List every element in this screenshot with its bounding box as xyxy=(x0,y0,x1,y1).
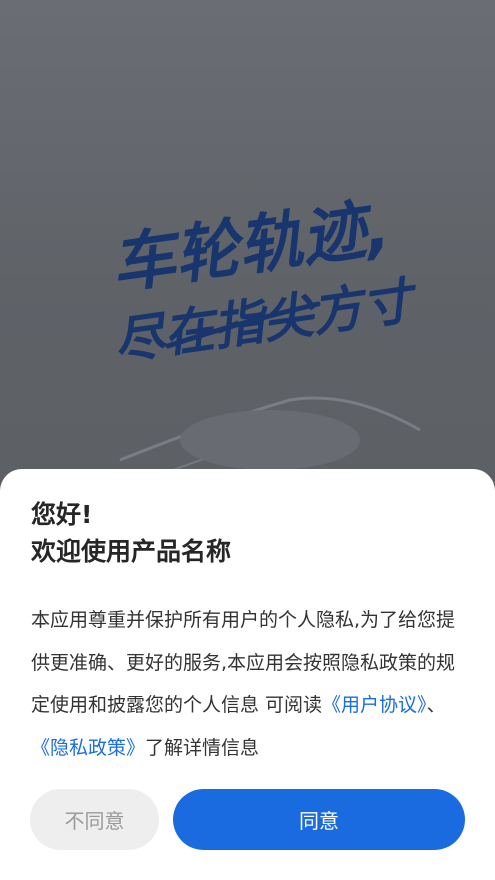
greeting-title: 您好! xyxy=(31,500,93,529)
dialog-actions: 不同意 同意 xyxy=(30,789,465,850)
user-agreement-link[interactable]: 《用户协议》 xyxy=(322,694,427,716)
link-separator: 、 xyxy=(426,694,446,716)
agree-button[interactable]: 同意 xyxy=(173,789,465,850)
splash-background: 车轮轨迹, 尽在指尖方寸 xyxy=(0,0,495,520)
privacy-policy-link[interactable]: 《隐私政策》 xyxy=(31,737,145,759)
privacy-notice-text: 本应用尊重并保护所有用户的个人隐私,为了给您提供更准确、更好的服务,本应用会按照… xyxy=(31,599,464,769)
privacy-consent-dialog: 您好! 欢迎使用产品名称 本应用尊重并保护所有用户的个人隐私,为了给您提供更准确… xyxy=(0,469,495,880)
welcome-title: 欢迎使用产品名称 xyxy=(31,537,232,566)
decline-button[interactable]: 不同意 xyxy=(30,789,159,850)
privacy-notice-outro: 了解详情信息 xyxy=(145,736,260,759)
splash-screen: 车轮轨迹, 尽在指尖方寸 您好! 欢迎使用产品名称 本应用尊重并保护所有用户的个… xyxy=(0,0,495,880)
